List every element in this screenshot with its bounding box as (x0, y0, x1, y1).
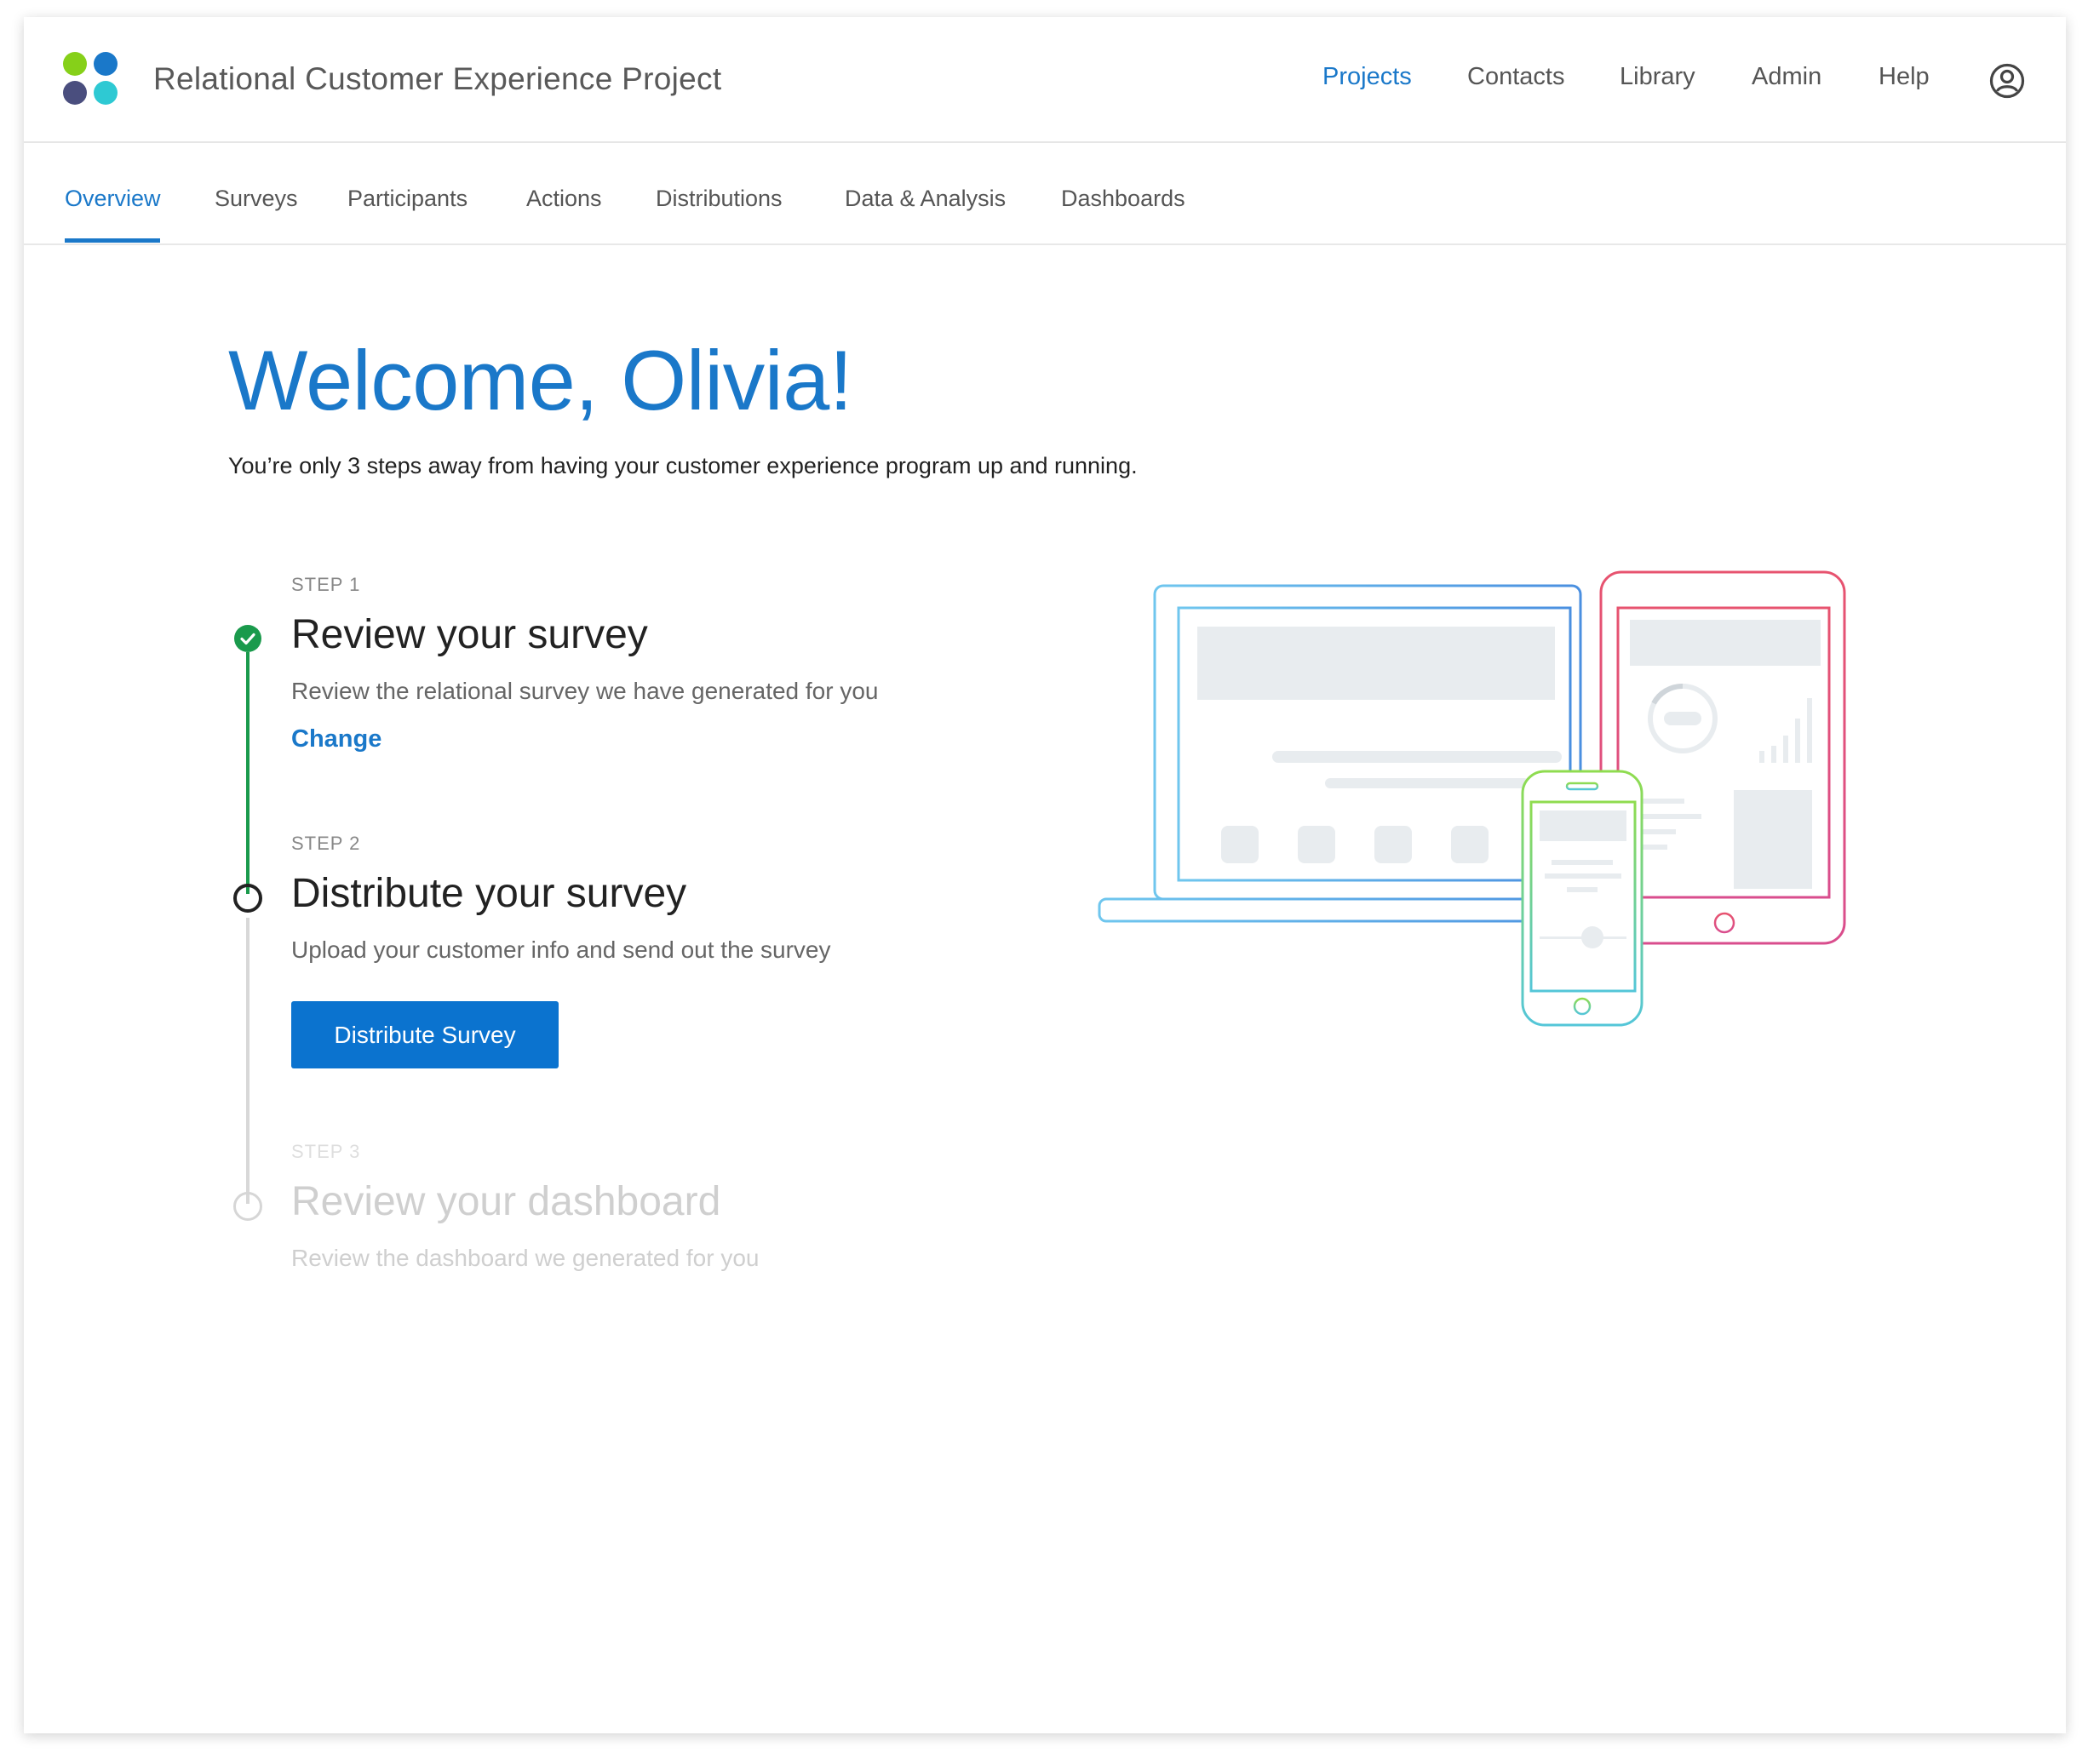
step-2-label: STEP 2 (291, 833, 361, 854)
tab-actions[interactable]: Actions (526, 186, 602, 212)
nav-admin[interactable]: Admin (1752, 63, 1821, 91)
logo-dot-green (63, 52, 87, 76)
step-2-status-icon (233, 884, 262, 913)
active-tab-indicator (65, 238, 160, 243)
step-2-title: Distribute your survey (291, 871, 687, 916)
app-title: Relational Customer Experience Project (153, 61, 722, 96)
tab-surveys[interactable]: Surveys (215, 186, 298, 212)
nav-help[interactable]: Help (1879, 63, 1930, 91)
tab-dashboards[interactable]: Dashboards (1061, 186, 1185, 212)
step-2-description: Upload your customer info and send out t… (291, 936, 831, 963)
welcome-subtitle: You’re only 3 steps away from having you… (228, 453, 1138, 478)
step-connector-pending (246, 918, 250, 1204)
step-3-status-icon (233, 1192, 262, 1221)
logo-dot-blue (94, 52, 118, 76)
step-connector-complete (246, 652, 250, 894)
app-window: Relational Customer Experience Project P… (24, 17, 2066, 1733)
top-bar: Relational Customer Experience Project P… (24, 17, 2066, 143)
change-survey-link[interactable]: Change (291, 725, 381, 753)
logo-icon[interactable] (63, 52, 123, 106)
logo-dot-navy (63, 81, 87, 105)
nav-library[interactable]: Library (1620, 63, 1695, 91)
step-1-label: STEP 1 (291, 574, 361, 595)
step-3-title: Review your dashboard (291, 1179, 721, 1224)
step-1-check-icon (234, 625, 261, 652)
distribute-survey-button[interactable]: Distribute Survey (291, 1001, 559, 1068)
tab-data-analysis[interactable]: Data & Analysis (845, 186, 1006, 212)
project-tabs: Overview Surveys Participants Actions Di… (24, 143, 2066, 245)
tab-participants[interactable]: Participants (347, 186, 468, 212)
nav-contacts[interactable]: Contacts (1467, 63, 1564, 91)
devices-illustration (1098, 570, 1846, 1027)
logo-dot-teal (94, 81, 118, 105)
phone-icon (1521, 770, 1643, 1027)
check-icon (240, 633, 255, 645)
user-circle-icon[interactable] (1989, 63, 2025, 99)
step-3-label: STEP 3 (291, 1141, 361, 1162)
tab-overview[interactable]: Overview (65, 186, 161, 212)
tab-distributions[interactable]: Distributions (656, 186, 783, 212)
nav-projects[interactable]: Projects (1322, 63, 1412, 91)
step-3-description: Review the dashboard we generated for yo… (291, 1245, 760, 1271)
step-1-title: Review your survey (291, 612, 648, 657)
step-1-description: Review the relational survey we have gen… (291, 678, 879, 704)
welcome-heading: Welcome, Olivia! (228, 333, 852, 427)
